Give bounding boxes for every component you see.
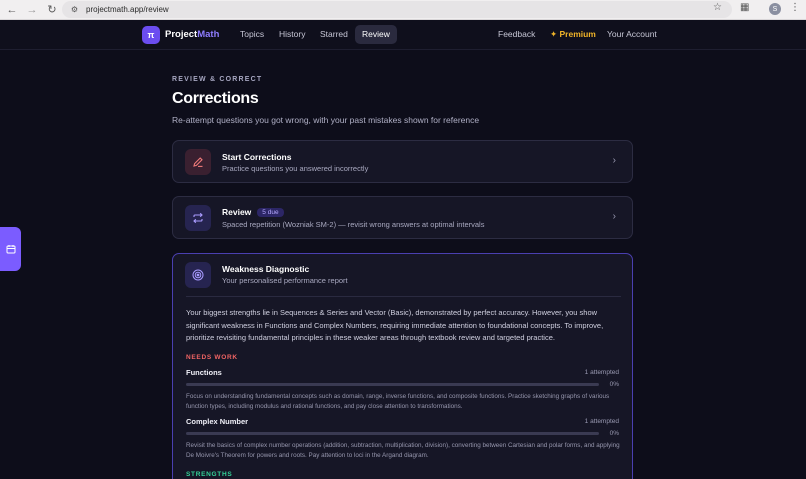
topic-attempt-count: 1 attempted bbox=[584, 418, 619, 425]
account-link[interactable]: Your Account bbox=[607, 29, 657, 39]
topic-note: Revisit the basics of complex number ope… bbox=[186, 442, 620, 459]
nav-link-topics[interactable]: Topics bbox=[240, 29, 264, 39]
repeat-icon bbox=[185, 205, 211, 231]
topic-percent: 0% bbox=[609, 430, 619, 437]
profile-avatar[interactable]: S bbox=[769, 3, 781, 15]
calendar-side-button[interactable] bbox=[0, 227, 21, 271]
reload-icon[interactable]: ↻ bbox=[42, 0, 62, 20]
weakness-diagnostic-card: Weakness Diagnostic Your personalised pe… bbox=[172, 253, 633, 479]
browser-menu-icon[interactable]: ⋮ bbox=[790, 2, 800, 13]
topic-note: Focus on understanding fundamental conce… bbox=[186, 393, 610, 410]
topic-name: Complex Number bbox=[186, 417, 249, 426]
card-description: Practice questions you answered incorrec… bbox=[222, 164, 369, 173]
chevron-right-icon: › bbox=[612, 155, 616, 166]
brand-name[interactable]: ProjectMath bbox=[165, 29, 219, 40]
feedback-link[interactable]: Feedback bbox=[498, 29, 535, 39]
diagnostic-title: Weakness Diagnostic bbox=[222, 264, 310, 274]
due-badge: 5 due bbox=[257, 208, 284, 217]
review-title: Review bbox=[222, 207, 252, 217]
premium-link[interactable]: ✦ Premium bbox=[550, 29, 596, 40]
page-title: Corrections bbox=[172, 90, 259, 107]
start-corrections-card[interactable]: Start Corrections Practice questions you… bbox=[172, 140, 633, 183]
logo-icon[interactable]: π bbox=[142, 26, 160, 44]
chevron-right-icon: › bbox=[612, 211, 616, 222]
browser-toolbar: ← → ↻ ⚙ projectmath.app/review ☆ ▦ S ⋮ bbox=[0, 0, 806, 20]
forward-icon[interactable]: → bbox=[22, 0, 42, 20]
pencil-icon bbox=[185, 149, 211, 175]
address-bar[interactable]: ⚙ projectmath.app/review bbox=[62, 1, 732, 18]
page-eyebrow: REVIEW & CORRECT bbox=[172, 76, 263, 83]
topic-percent: 0% bbox=[609, 381, 619, 388]
extensions-icon[interactable]: ▦ bbox=[740, 2, 749, 13]
card-description: Spaced repetition (Wozniak SM-2) — revis… bbox=[222, 220, 485, 229]
card-title: Start Corrections bbox=[222, 152, 292, 162]
url-text: projectmath.app/review bbox=[86, 5, 169, 14]
app-header: π ProjectMath Topics History Starred Rev… bbox=[0, 20, 806, 50]
page-subtitle: Re-attempt questions you got wrong, with… bbox=[172, 115, 480, 125]
topic-progress-bar bbox=[186, 432, 599, 435]
needs-work-label: NEEDS WORK bbox=[186, 354, 238, 361]
calendar-icon bbox=[6, 245, 15, 254]
topic-name: Functions bbox=[186, 368, 222, 377]
brand-accent: Math bbox=[197, 29, 220, 40]
card-title: Review 5 due bbox=[222, 207, 284, 217]
site-settings-icon[interactable]: ⚙ bbox=[70, 5, 79, 14]
nav-link-review[interactable]: Review bbox=[355, 25, 397, 44]
strengths-label: STRENGTHS bbox=[186, 471, 233, 478]
nav-link-history[interactable]: History bbox=[279, 29, 305, 39]
target-icon bbox=[185, 262, 211, 288]
topic-progress-bar bbox=[186, 383, 599, 386]
brand-main: Project bbox=[165, 29, 198, 40]
diagnostic-subtitle: Your personalised performance report bbox=[222, 276, 348, 285]
bookmark-star-icon[interactable]: ☆ bbox=[713, 2, 722, 13]
diagnostic-summary: Your biggest strengths lie in Sequences … bbox=[186, 308, 604, 342]
nav-link-starred[interactable]: Starred bbox=[320, 29, 348, 39]
divider bbox=[186, 296, 621, 297]
topic-attempt-count: 1 attempted bbox=[584, 369, 619, 376]
back-icon[interactable]: ← bbox=[2, 0, 22, 20]
review-card[interactable]: Review 5 due Spaced repetition (Wozniak S… bbox=[172, 196, 633, 239]
